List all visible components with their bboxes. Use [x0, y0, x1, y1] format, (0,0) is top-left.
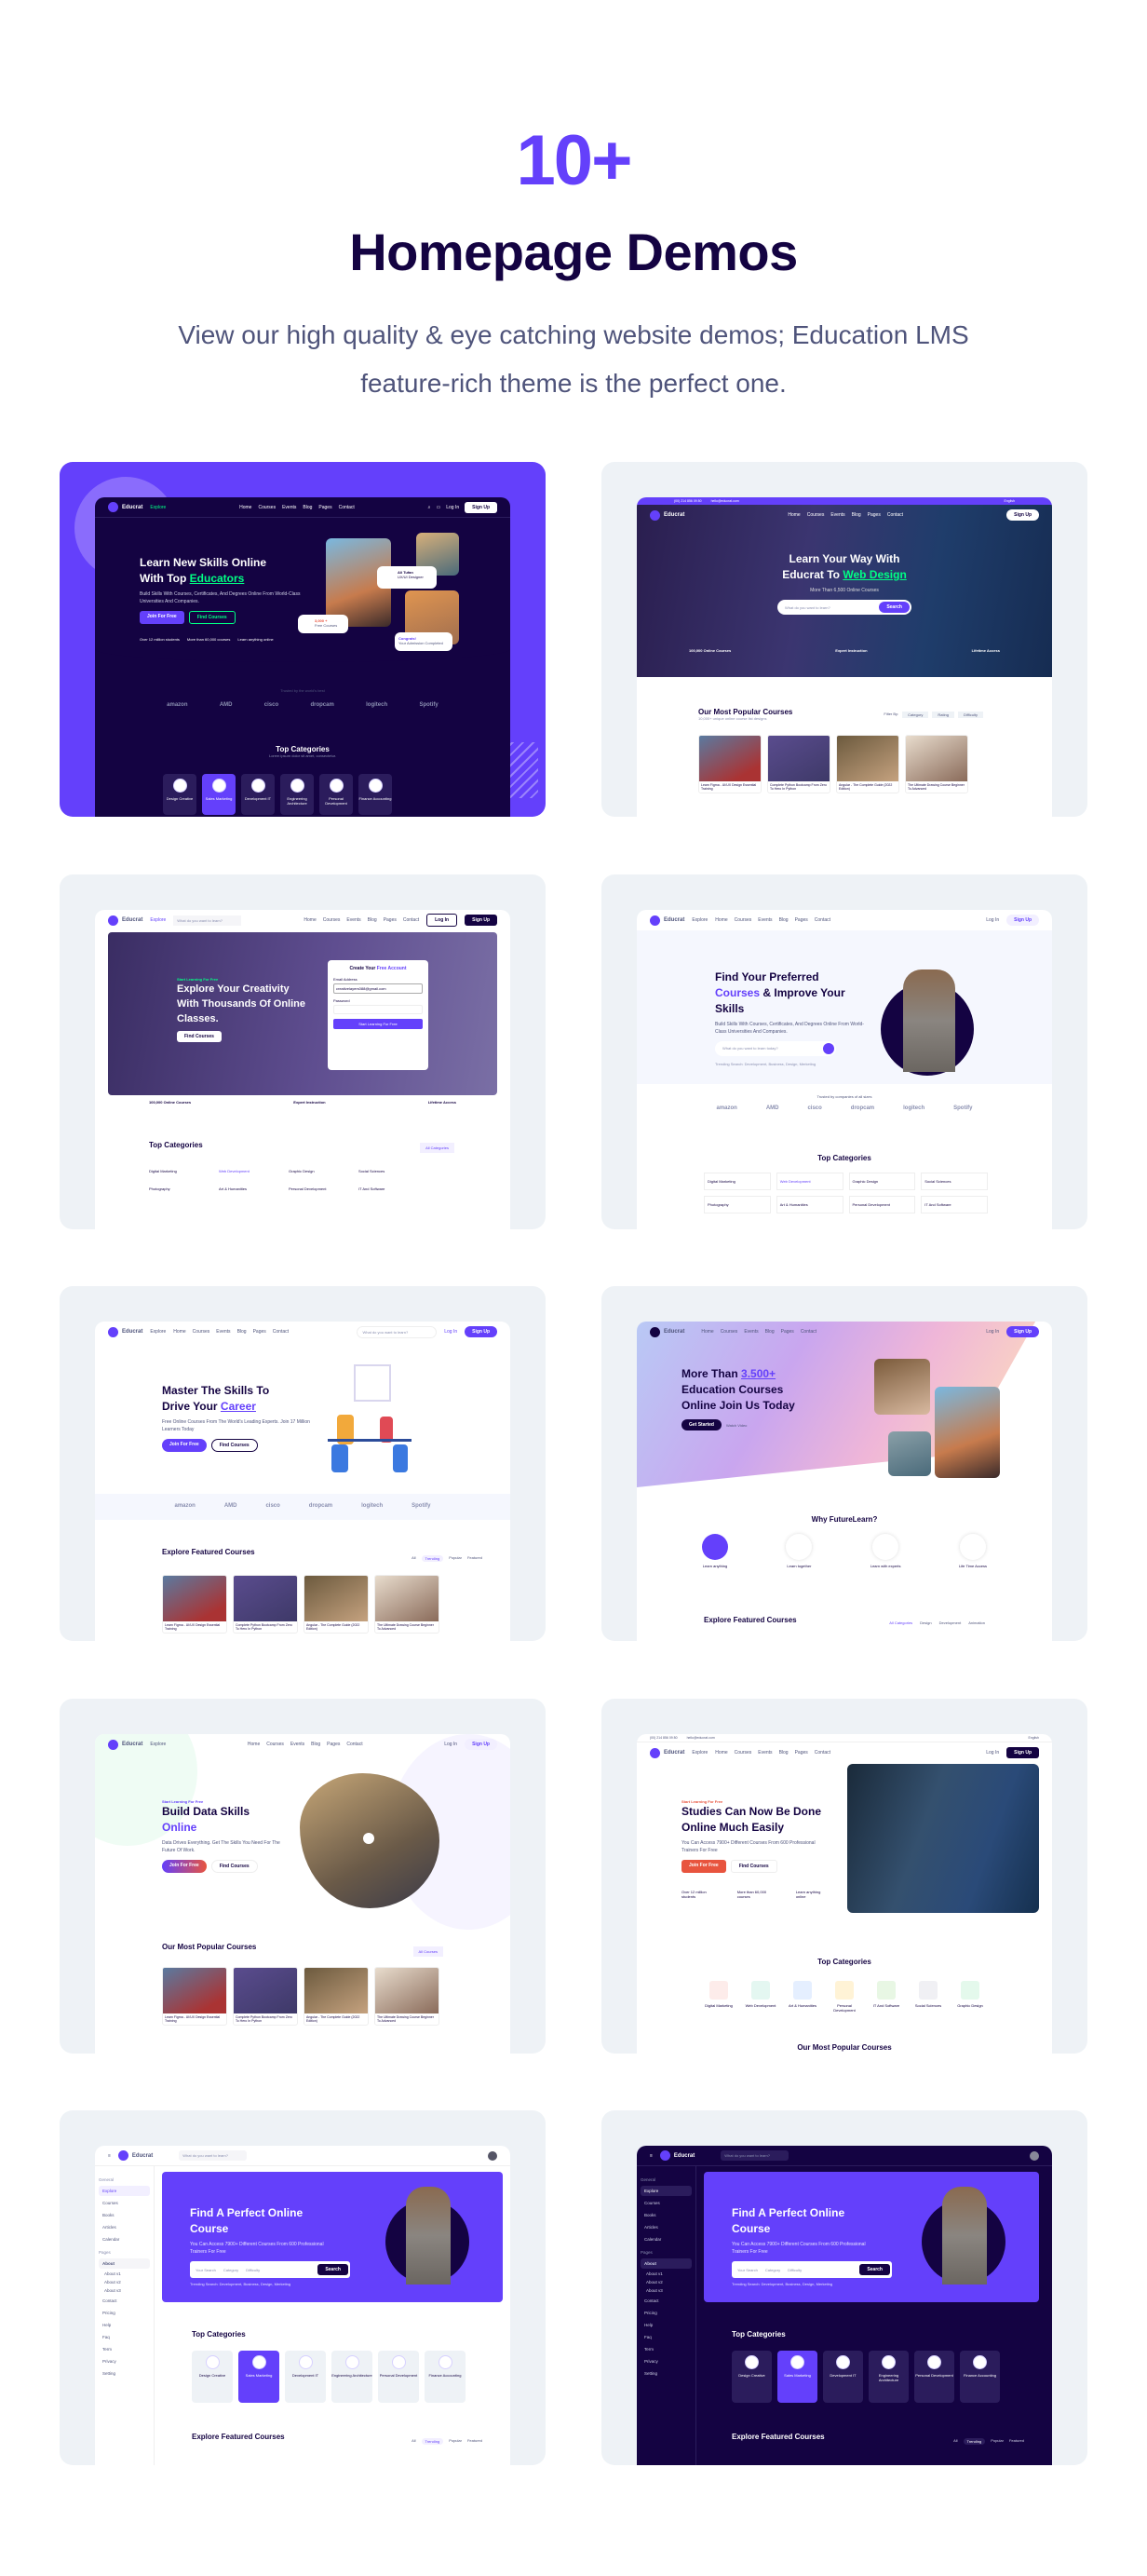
- search-icon[interactable]: ⌕: [428, 505, 431, 510]
- explore-link[interactable]: Explore: [150, 505, 166, 510]
- category-item[interactable]: Personal Development: [319, 774, 353, 815]
- course-card[interactable]: Angular - The Complete Guide (2022 Editi…: [836, 735, 899, 793]
- category-item[interactable]: Finance Accounting: [358, 774, 392, 815]
- partner-logos: amazon AMD cisco dropcam logitech Spotify: [167, 702, 439, 708]
- brand-logo: Educrat: [108, 502, 142, 512]
- sidebar: General Explore Courses Books Articles C…: [95, 2166, 155, 2465]
- watch-video-button[interactable]: Watch Video: [726, 1423, 747, 1428]
- email-field[interactable]: creativelayers088@gmail.com: [333, 983, 423, 994]
- hero-banner: Find A Perfect Online Course You Can Acc…: [162, 2172, 503, 2302]
- course-card[interactable]: Complete Python Bootcamp From Zero To He…: [233, 1575, 298, 1634]
- demo-card-2[interactable]: (00) 214 856 09 80 hello@educrat.com Engli…: [601, 462, 1087, 817]
- demo-preview-4: Educrat Explore Home Courses Events Blog Pages…: [637, 910, 1052, 1229]
- hero-image: [847, 1764, 1039, 1913]
- demo-card-5[interactable]: Educrat Explore Home Courses Events Blog Pages…: [60, 1286, 546, 1641]
- category-item[interactable]: Design Creative: [163, 774, 196, 815]
- demo-card-1[interactable]: Educrat Explore Home Courses Events Blog Pag…: [60, 462, 546, 817]
- signup-button[interactable]: Sign Up: [465, 501, 497, 513]
- password-field[interactable]: [333, 1005, 423, 1014]
- demo-preview-1: Educrat Explore Home Courses Events Blog Pag…: [95, 497, 510, 817]
- search-button[interactable]: [823, 1043, 834, 1054]
- illustration: [318, 1364, 421, 1513]
- instructor-photo: [903, 969, 955, 1072]
- demo-preview-8: (00) 214 856 09 80 hello@educrat.com Engli…: [637, 1734, 1052, 2054]
- menu-icon[interactable]: ≡: [108, 2153, 111, 2159]
- demo-preview-2: (00) 214 856 09 80 hello@educrat.com Engli…: [637, 497, 1052, 817]
- menu-icon[interactable]: ≡: [650, 2153, 653, 2159]
- avatar[interactable]: [488, 2150, 497, 2161]
- category-list: Design Creative Sales Marketing Developm…: [163, 774, 392, 815]
- demo1-headline: Learn New Skills Online With Top Educator…: [140, 556, 267, 585]
- demo-card-4[interactable]: Educrat Explore Home Courses Events Blog Pages…: [601, 874, 1087, 1229]
- category-item[interactable]: Sales Marketing: [202, 774, 236, 815]
- demo-card-9[interactable]: ≡ Educrat What do you want to learn? Gener…: [60, 2110, 546, 2465]
- course-card[interactable]: Learn Figma - UI/UX Design Essential Tra…: [162, 1575, 227, 1634]
- course-card[interactable]: Complete Python Bootcamp From Zero To He…: [233, 1967, 298, 2026]
- course-card[interactable]: The Ultimate Drawing Course Beginner To …: [374, 1967, 439, 2026]
- course-card[interactable]: Angular - The Complete Guide (2022 Editi…: [304, 1575, 369, 1634]
- search-form[interactable]: Your Search Category Difficulty Search: [732, 2261, 892, 2278]
- demo-card-10[interactable]: ≡ Educrat What do you want to learn? Gener…: [601, 2110, 1087, 2465]
- login-link[interactable]: Log In: [446, 505, 459, 510]
- demo-preview-3: Educrat Explore What do you want to learn?…: [95, 910, 510, 1229]
- page-title: Homepage Demos: [349, 223, 798, 281]
- search-button[interactable]: Search: [879, 602, 910, 613]
- search-input[interactable]: What do you want to learn? Search: [777, 600, 911, 615]
- search-input[interactable]: What do you want to learn?: [173, 915, 241, 926]
- demo-card-8[interactable]: (00) 214 856 09 80 hello@educrat.com Engli…: [601, 1699, 1087, 2054]
- hero-banner: Find A Perfect Online Course You Can Acc…: [704, 2172, 1039, 2302]
- demo-preview-9: ≡ Educrat What do you want to learn? Gener…: [95, 2146, 510, 2465]
- demo-card-6[interactable]: Educrat Home Courses Events Blog Pages Contact…: [601, 1286, 1087, 1641]
- play-icon[interactable]: [363, 1833, 374, 1844]
- demo-preview-10: ≡ Educrat What do you want to learn? Gener…: [637, 2146, 1052, 2465]
- course-card[interactable]: Learn Figma - UI/UX Design Essential Tra…: [698, 735, 762, 793]
- course-card[interactable]: Complete Python Bootcamp From Zero To He…: [767, 735, 830, 793]
- demo-preview-7: Educrat Explore Home Courses Events Blog Pages…: [95, 1734, 510, 2054]
- join-button[interactable]: Join For Free: [140, 611, 184, 624]
- course-card[interactable]: Learn Figma - UI/UX Design Essential Tra…: [162, 1967, 227, 2026]
- course-list: Learn Figma - UI/UX Design Essential Tra…: [698, 735, 968, 793]
- demo-card-7[interactable]: Educrat Explore Home Courses Events Blog Pages…: [60, 1699, 546, 2054]
- sidebar: General Explore Courses Books Articles C…: [637, 2166, 696, 2465]
- demos-count: 10+: [516, 121, 633, 200]
- category-item[interactable]: Development IT: [241, 774, 275, 815]
- demo-card-3[interactable]: Educrat Explore What do you want to learn?…: [60, 874, 546, 1229]
- cart-icon[interactable]: ▭: [436, 505, 440, 510]
- signup-form: Create Your Free Account Email Address c…: [328, 960, 428, 1070]
- course-card[interactable]: The Ultimate Drawing Course Beginner To …: [374, 1575, 439, 1634]
- main-nav: Home Courses Events Blog Pages Contact: [239, 504, 355, 510]
- demo-preview-5: Educrat Explore Home Courses Events Blog Pages…: [95, 1322, 510, 1641]
- demo-preview-6: Educrat Home Courses Events Blog Pages Contact…: [637, 1322, 1052, 1641]
- page-subtitle: View our high quality & eye catching web…: [178, 320, 969, 398]
- course-card[interactable]: The Ultimate Drawing Course Beginner To …: [905, 735, 968, 793]
- hero-video[interactable]: [300, 1773, 439, 1908]
- category-grid: Digital Marketing Web Development Graphic …: [149, 1169, 385, 1191]
- category-item[interactable]: Engineering Architecture: [280, 774, 314, 815]
- find-courses-button[interactable]: Find Courses: [188, 611, 236, 624]
- search-form[interactable]: Your Search Category Difficulty Search: [190, 2261, 350, 2278]
- avatar[interactable]: [1030, 2150, 1039, 2161]
- course-card[interactable]: Angular - The Complete Guide (2022 Editi…: [304, 1967, 369, 2026]
- search-input[interactable]: What do you want to learn today?: [715, 1041, 836, 1056]
- logo-icon: [108, 502, 118, 512]
